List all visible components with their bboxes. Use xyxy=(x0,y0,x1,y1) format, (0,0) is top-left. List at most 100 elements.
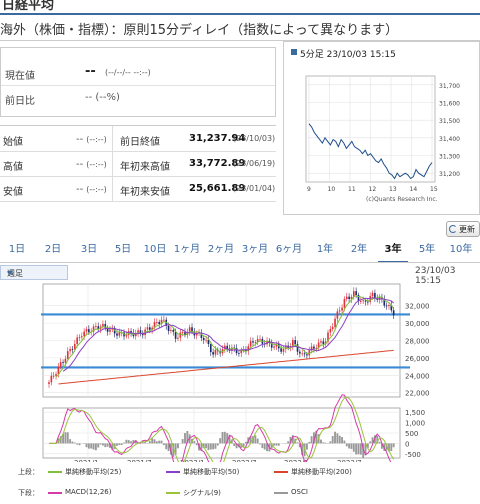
tab-period-12[interactable]: 5年 xyxy=(412,243,442,263)
osci-bar xyxy=(345,443,348,447)
tab-period-9[interactable]: 1年 xyxy=(310,243,340,263)
candle-body xyxy=(66,351,69,359)
tab-period-0[interactable]: 1日 xyxy=(2,243,32,263)
candle-body xyxy=(348,296,350,300)
candle-body xyxy=(385,305,388,307)
legend-swatch xyxy=(274,492,288,494)
osci-bar xyxy=(338,435,341,444)
tab-period-11[interactable]: 3年 xyxy=(378,243,408,263)
candle-body xyxy=(209,344,212,353)
candle-body xyxy=(95,326,97,328)
refresh-button[interactable]: 更新 xyxy=(446,221,480,237)
candle-body xyxy=(177,337,179,339)
current-price-value: -- (--/--/-- --:--) xyxy=(85,64,151,79)
main-y-tick: 24,000 xyxy=(405,372,430,380)
candle-body xyxy=(170,330,172,331)
candle-body xyxy=(254,342,257,344)
column-divider xyxy=(112,151,113,177)
stat-time: (--:--) xyxy=(86,135,107,144)
candle-body xyxy=(214,349,217,355)
osci-bar xyxy=(212,443,215,450)
candle-body xyxy=(76,337,78,344)
osci-bar xyxy=(287,441,290,444)
legend-swatch xyxy=(166,492,180,494)
osci-bar xyxy=(71,441,74,444)
osci-bar xyxy=(66,432,69,444)
intraday-y-tick: 31,600 xyxy=(439,101,460,108)
candle-body xyxy=(336,311,339,319)
change-label: 前日比 xyxy=(5,96,35,107)
stat-label2: 年初来安値 xyxy=(120,187,170,198)
osci-bar xyxy=(221,431,224,444)
candle-body xyxy=(148,327,151,330)
tab-period-5[interactable]: 1ヶ月 xyxy=(172,243,202,263)
osci-bar xyxy=(85,443,88,448)
tab-period-4[interactable]: 10日 xyxy=(140,243,170,263)
osci-bar xyxy=(359,443,362,455)
candle-body xyxy=(392,310,395,316)
tab-period-10[interactable]: 2年 xyxy=(344,243,374,263)
osci-bar xyxy=(97,443,100,448)
candle-body xyxy=(259,338,261,340)
stat-value: -- (--:--) xyxy=(76,159,107,170)
stats-table: 始値 -- (--:--) 前日終値 31,237.94 (23/10/03) 高値 -- (-… xyxy=(0,125,276,202)
tab-period-13[interactable]: 10年 xyxy=(446,243,476,263)
intraday-x-tick: 15 xyxy=(430,186,438,193)
osci-bar xyxy=(223,431,226,444)
candle-body xyxy=(181,332,184,334)
candle-body xyxy=(294,340,297,345)
osci-bar xyxy=(390,443,393,452)
candle-body xyxy=(81,336,83,338)
osci-bar xyxy=(392,443,395,448)
legend-row: 下段： MACD(12,26) シグナル(9) OSCI xyxy=(0,488,420,498)
candle-body xyxy=(249,341,252,347)
osci-bar xyxy=(153,439,156,444)
candle-body xyxy=(146,327,149,330)
osci-bar xyxy=(106,443,109,447)
candle-body xyxy=(174,331,177,339)
stats-row: 始値 -- (--:--) 前日終値 31,237.94 (23/10/03) xyxy=(0,126,276,152)
osci-bar xyxy=(205,443,208,449)
candle-body xyxy=(167,325,170,331)
candle-body xyxy=(172,330,175,332)
intraday-chart-panel: 5分足 23/10/03 15:15 31,700 31,600 31,500 31,… xyxy=(283,41,480,215)
candle-body xyxy=(57,366,60,375)
osci-bar xyxy=(73,442,76,444)
candle-body xyxy=(71,349,74,350)
legend-swatch xyxy=(48,471,62,473)
candle-body xyxy=(62,362,64,363)
osci-bar xyxy=(116,443,118,446)
candle-body xyxy=(125,335,128,337)
tab-period-2[interactable]: 3日 xyxy=(74,243,104,263)
intraday-x-tick: 11 xyxy=(348,186,356,193)
change-row: 前日比 -- (--%) xyxy=(1,85,275,117)
main-y-tick: 28,000 xyxy=(405,338,430,346)
candle-body xyxy=(78,337,81,338)
candle-body xyxy=(355,291,357,295)
osci-bar xyxy=(355,443,358,455)
tab-period-3[interactable]: 5日 xyxy=(108,243,138,263)
candle-body xyxy=(345,296,348,300)
period-select[interactable]: 週足 xyxy=(0,265,68,280)
tab-period-8[interactable]: 6ヶ月 xyxy=(274,243,304,263)
candle-body xyxy=(273,346,275,348)
legend-item: シグナル(9) xyxy=(183,489,221,497)
osci-bar xyxy=(256,438,259,444)
osci-bar xyxy=(308,441,311,444)
legend-row-label: 下段： xyxy=(18,489,39,497)
tabs-divider xyxy=(0,262,480,263)
candle-body xyxy=(48,382,50,384)
intraday-x-tick: 14 xyxy=(410,186,418,193)
candle-body xyxy=(191,327,193,332)
osci-bar xyxy=(254,435,257,444)
tab-period-7[interactable]: 3ヶ月 xyxy=(240,243,270,263)
page-title: 日経平均 xyxy=(2,0,55,12)
stat-label: 高値 xyxy=(3,162,23,173)
candle-body xyxy=(50,375,53,383)
osci-bar xyxy=(261,443,264,449)
tab-period-6[interactable]: 2ヶ月 xyxy=(206,243,236,263)
tab-period-1[interactable]: 2日 xyxy=(38,243,68,263)
osci-bar xyxy=(162,443,165,446)
candle-body xyxy=(388,305,390,307)
change-value: -- (--%) xyxy=(85,92,120,103)
